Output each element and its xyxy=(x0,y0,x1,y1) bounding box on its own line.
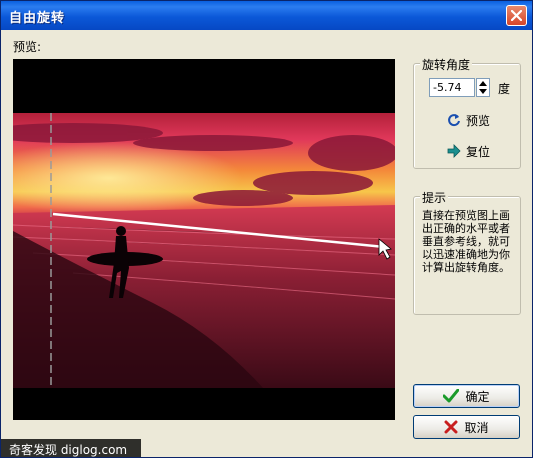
spinner-arrows-icon xyxy=(479,81,487,94)
close-button[interactable] xyxy=(506,5,527,26)
preview-button[interactable]: 预览 xyxy=(447,111,490,129)
angle-input[interactable]: -5.74 xyxy=(429,78,475,97)
hint-title: 提示 xyxy=(420,189,449,206)
reset-button[interactable]: 复位 xyxy=(447,142,490,160)
free-rotate-dialog: 自由旋转 预览: 旋转角度 -5.74 度 预览 复位 提示 直接在预览图上画出… xyxy=(0,0,533,458)
angle-value: -5.74 xyxy=(433,81,462,94)
hint-text: 直接在预览图上画出正确的水平或者垂直参考线，就可以迅速准确地为你计算出旋转角度。 xyxy=(422,209,510,274)
rotate-icon xyxy=(448,114,460,127)
window-title: 自由旋转 xyxy=(9,11,66,26)
preview-canvas[interactable] xyxy=(13,59,395,420)
angle-unit: 度 xyxy=(498,82,511,96)
rotation-angle-title: 旋转角度 xyxy=(420,56,473,73)
preview-label: 预览: xyxy=(13,40,42,54)
preview-button-label: 预览 xyxy=(466,113,491,128)
arrow-right-icon xyxy=(447,144,461,158)
cancel-button[interactable]: 取消 xyxy=(413,415,520,439)
x-icon xyxy=(444,420,458,434)
watermark: 奇客发现 diglog.com xyxy=(1,439,141,457)
title-bar[interactable]: 自由旋转 xyxy=(1,1,532,30)
preview-photo xyxy=(13,113,395,388)
ok-button-label: 确定 xyxy=(465,389,490,404)
cancel-button-label: 取消 xyxy=(464,420,489,435)
reset-button-label: 复位 xyxy=(466,144,491,159)
checkmark-icon xyxy=(443,389,460,403)
close-icon xyxy=(511,10,522,21)
ok-button[interactable]: 确定 xyxy=(413,384,520,408)
angle-spinner-button[interactable] xyxy=(476,78,490,97)
